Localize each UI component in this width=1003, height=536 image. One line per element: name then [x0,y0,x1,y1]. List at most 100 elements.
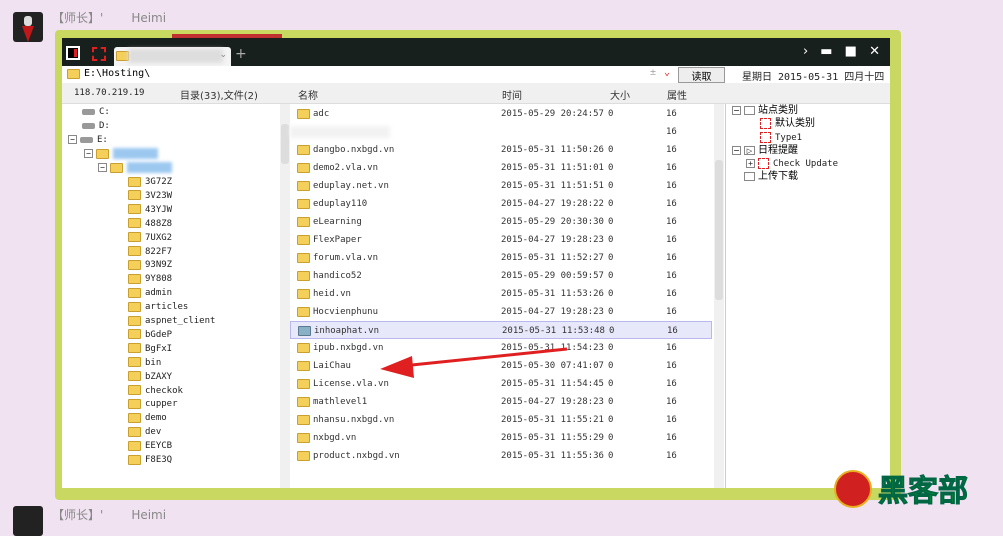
col-name[interactable]: 名称 [298,87,318,102]
drive-item[interactable]: D: [82,119,110,133]
app-icon[interactable] [66,46,80,60]
folder-item[interactable]: 7UXG2 [128,231,172,245]
folder-item[interactable]: articles [128,300,188,314]
file-row[interactable]: heid.vn 2015-05-31 11:53:26 0 16 [290,285,712,303]
file-row[interactable]: adc 2015-05-29 20:24:57 0 16 [290,105,712,123]
folder-item[interactable]: 3G72Z [128,175,172,189]
folder-label: 43YJW [145,204,173,215]
folder-item[interactable]: BgFxI [128,342,172,356]
file-size: 0 [609,326,615,336]
tree-schedule[interactable]: − ▷ 日程提醒 [732,144,798,158]
tree-upload-download[interactable]: 上传下载 [744,170,798,184]
folder-icon [298,326,311,336]
col-time[interactable]: 时间 [502,87,522,102]
tree-default-category[interactable]: 默认类别 [760,117,815,131]
folder-icon [128,329,141,340]
folder-item[interactable]: 9Y808 [128,272,172,286]
tree-site-category[interactable]: − 站点类别 [732,104,798,118]
watermark-logo: 黑客部 [878,474,969,510]
user-name[interactable]: Heimi [131,11,166,25]
avatar[interactable] [13,12,43,42]
file-scrollbar[interactable] [714,104,724,488]
folder-icon [128,426,141,437]
file-row[interactable]: forum.vla.vn 2015-05-31 11:52:27 0 16 [290,249,712,267]
drive-label: D: [99,121,110,131]
drive-item[interactable]: C: [82,105,110,119]
folder-item[interactable]: bin [128,356,161,370]
folder-item[interactable]: cupper [128,397,178,411]
collapse-icon[interactable]: − [84,149,93,158]
folder-item[interactable]: 93N9Z [128,258,172,272]
folder-item[interactable]: dev [128,425,161,439]
drive-icon [82,122,95,129]
folder-icon [297,235,310,245]
folder-item[interactable]: 43YJW [128,203,172,217]
file-row[interactable]: nhansu.nxbgd.vn 2015-05-31 11:55:21 0 16 [290,411,712,429]
folder-item-redacted[interactable]: − [84,147,158,161]
folder-item[interactable]: bZAXY [128,370,172,384]
folder-item-redacted[interactable]: − [98,161,172,175]
file-row[interactable]: demo2.vla.vn 2015-05-31 11:51:01 0 16 [290,159,712,177]
file-attr: 16 [666,235,677,245]
file-time: 2015-05-31 11:51:01 [501,163,604,173]
next-post-author: 【师长】' Heimi [52,506,194,523]
folder-item[interactable]: demo [128,411,167,425]
file-name: dangbo.nxbgd.vn [313,145,395,155]
file-size: 0 [608,307,614,317]
file-attr: 16 [666,253,677,263]
file-size: 0 [608,289,614,299]
file-time: 2015-05-31 11:55:36 [501,451,604,461]
file-row[interactable]: inhoaphat.vn 2015-05-31 11:53:48 0 16 [290,321,712,339]
new-tab-button[interactable]: + [235,46,247,62]
window-controls[interactable]: › ▬ ■ ✕ [803,44,884,59]
file-name: FlexPaper [313,235,362,245]
folder-icon [128,190,141,201]
file-row[interactable]: mathlevel1 2015-04-27 19:28:23 0 16 [290,393,712,411]
chevron-down-icon[interactable]: ⌄ [219,50,227,60]
file-row[interactable]: dangbo.nxbgd.vn 2015-05-31 11:50:26 0 16 [290,141,712,159]
collapse-icon[interactable]: − [68,135,77,144]
tab-active[interactable]: ⌄ [114,47,231,66]
file-size: 0 [608,433,614,443]
file-row[interactable]: eduplay.net.vn 2015-05-31 11:51:51 0 16 [290,177,712,195]
drive-item[interactable]: − E: [68,133,108,147]
folder-item[interactable]: aspnet_client [128,314,215,328]
folder-item[interactable]: EEYCB [128,439,172,453]
folder-item[interactable]: admin [128,286,172,300]
folder-item[interactable]: checkok [128,384,183,398]
folder-item[interactable]: 822F7 [128,245,172,259]
file-attr: 16 [666,451,677,461]
folder-item[interactable]: bGdeP [128,328,172,342]
tree-scrollbar[interactable] [280,104,290,488]
folder-item[interactable]: 3V23W [128,189,172,203]
col-attr[interactable]: 属性 [667,87,687,102]
file-size: 0 [608,163,614,173]
file-row[interactable]: eLearning 2015-05-29 20:30:30 0 16 [290,213,712,231]
folder-label: bZAXY [145,371,173,382]
file-row[interactable]: FlexPaper 2015-04-27 19:28:23 0 16 [290,231,712,249]
file-row[interactable]: product.nxbgd.vn 2015-05-31 11:55:36 0 16 [290,447,712,465]
add-icon[interactable]: ± [650,67,656,78]
file-row[interactable]: 16 [290,123,712,141]
folder-icon [67,69,80,79]
tree-check-update[interactable]: + Check Update [746,157,838,171]
file-row[interactable]: Hocvienphunu 2015-04-27 19:28:23 0 16 [290,303,712,321]
folder-icon [297,145,310,155]
user-name[interactable]: Heimi [131,508,166,522]
tool-icon[interactable] [92,47,106,61]
next-avatar[interactable] [13,506,43,536]
file-name: Hocvienphunu [313,307,379,317]
file-row[interactable]: handico52 2015-05-29 00:59:57 0 16 [290,267,712,285]
file-row[interactable]: nxbgd.vn 2015-05-31 11:55:29 0 16 [290,429,712,447]
col-size[interactable]: 大小 [610,87,630,102]
path-input[interactable]: E:\Hosting\ [84,68,150,79]
file-row[interactable]: eduplay110 2015-04-27 19:28:22 0 16 [290,195,712,213]
folder-item[interactable]: 488Z8 [128,217,172,231]
file-size: 0 [608,415,614,425]
folder-item[interactable]: F8E3Q [128,453,172,467]
read-button[interactable]: 读取 [678,67,725,83]
tree-type1[interactable]: Type1 [760,131,802,145]
file-time: 2015-05-31 11:50:26 [501,145,604,155]
dropdown-icon[interactable]: ⌄ [664,67,670,78]
collapse-icon[interactable]: − [98,163,107,172]
